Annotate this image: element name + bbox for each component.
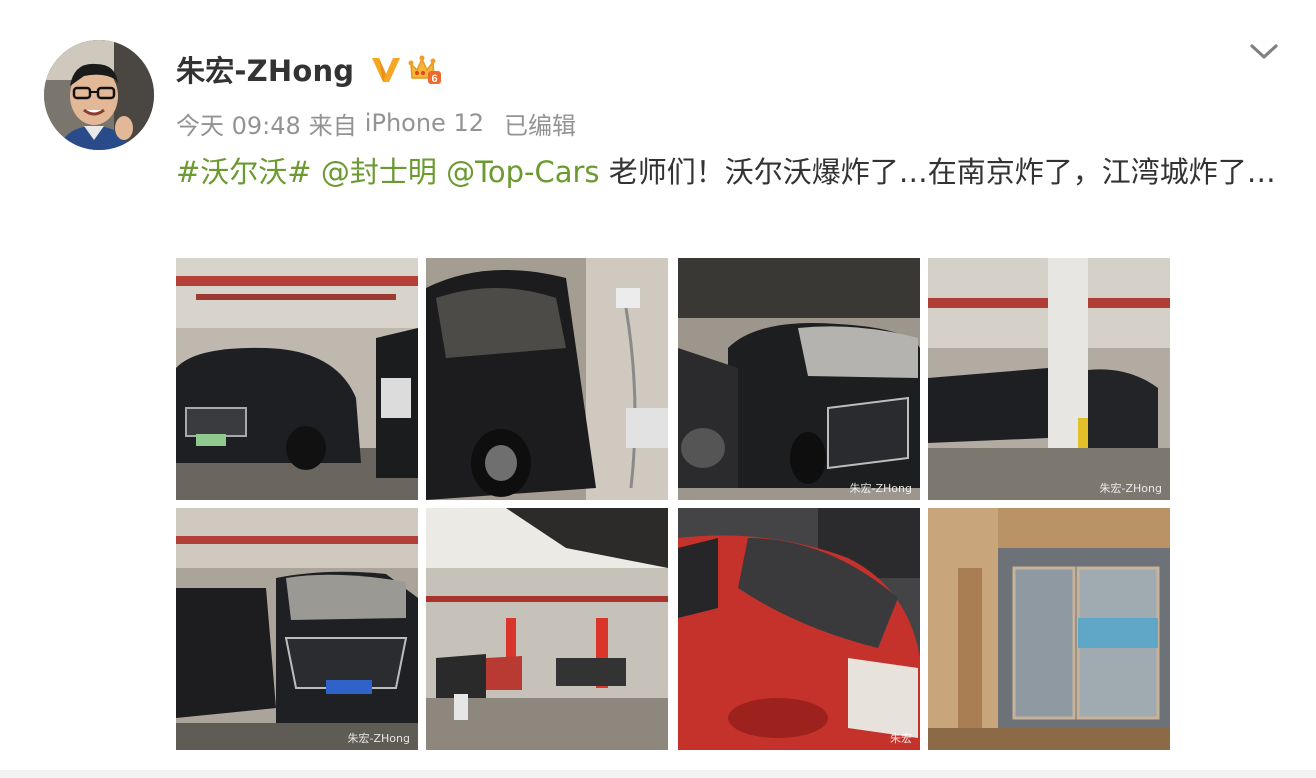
vip-level: 6 — [432, 73, 438, 85]
photo-4[interactable]: 朱宏-ZHong — [928, 258, 1170, 500]
avatar[interactable] — [44, 40, 154, 150]
hashtag-link[interactable]: #沃尔沃# — [176, 155, 312, 189]
meta-line: 今天 09:48 来自 iPhone 12 已编辑 — [176, 106, 576, 140]
edited-label[interactable]: 已编辑 — [504, 106, 576, 141]
photo-watermark: 朱宏-ZHong — [1099, 482, 1162, 495]
post-divider — [0, 770, 1316, 778]
post-body: 老师们！沃尔沃爆炸了…在南京炸了，江湾城炸了… — [599, 155, 1276, 189]
chevron-down-icon — [1250, 44, 1278, 59]
source-device: iPhone 12 — [364, 109, 484, 137]
vip-crown-icon[interactable]: 6 — [408, 52, 442, 86]
author-name[interactable]: 朱宏-ZHong — [176, 48, 354, 90]
photo-8[interactable] — [928, 508, 1170, 750]
mention-link-2[interactable]: @Top-Cars — [446, 155, 599, 189]
verified-v-icon[interactable] — [370, 54, 402, 84]
photo-6[interactable] — [426, 508, 668, 750]
photo-3[interactable]: 朱宏-ZHong — [678, 258, 920, 500]
photo-5[interactable]: 朱宏-ZHong — [176, 508, 418, 750]
post-text: #沃尔沃# @封士明 @Top-Cars 老师们！沃尔沃爆炸了…在南京炸了，江湾… — [176, 150, 1276, 195]
photo-watermark: 朱宏-ZHong — [347, 732, 410, 745]
mention-link-1[interactable]: @封士明 — [321, 155, 437, 189]
photo-1[interactable] — [176, 258, 418, 500]
photo-7[interactable]: 朱宏 — [678, 508, 920, 750]
weibo-post: 朱宏-ZHong 6 今天 09:48 来自 iPhone 12 已编辑 #沃尔… — [0, 0, 1316, 778]
photo-grid: 朱宏-ZHong 朱宏-ZHong 朱宏-ZHong 朱宏 — [176, 258, 1170, 750]
post-time[interactable]: 今天 09:48 — [176, 106, 301, 141]
photo-watermark: 朱宏-ZHong — [849, 482, 912, 495]
author-line: 朱宏-ZHong 6 — [176, 46, 442, 92]
photo-watermark: 朱宏 — [890, 732, 912, 745]
source-label: 来自 — [308, 111, 357, 140]
photo-2[interactable] — [426, 258, 668, 500]
more-options-button[interactable] — [1244, 36, 1284, 68]
